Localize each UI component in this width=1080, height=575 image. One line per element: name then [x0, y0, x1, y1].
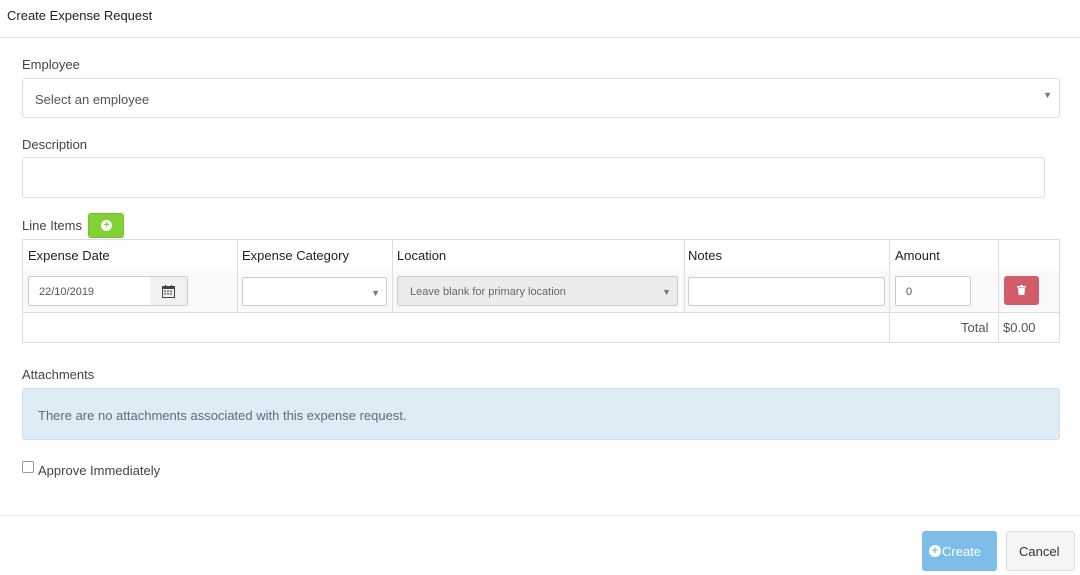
expense-date-value: 22/10/2019 — [39, 286, 95, 298]
approve-immediately-label[interactable]: Approve Immediately — [38, 463, 160, 478]
employee-select-placeholder: Select an employee — [35, 92, 150, 107]
attachments-label: Attachments — [22, 367, 95, 382]
footer-divider — [0, 515, 1080, 516]
column-divider — [684, 240, 685, 312]
column-header-expense-date: Expense Date — [28, 248, 110, 263]
amount-input[interactable]: 0 — [895, 276, 971, 306]
location-select[interactable]: Leave blank for primary location ▼ — [397, 276, 678, 306]
column-header-amount: Amount — [895, 248, 940, 263]
calendar-icon — [162, 285, 175, 298]
column-header-notes: Notes — [688, 248, 722, 263]
caret-down-icon: ▼ — [371, 288, 380, 298]
caret-down-icon: ▼ — [662, 287, 671, 297]
cancel-button[interactable]: Cancel — [1006, 531, 1075, 571]
column-divider — [889, 240, 890, 342]
line-items-table: Expense Date Expense Category Location N… — [22, 239, 1060, 343]
trash-icon — [1017, 285, 1026, 295]
create-button[interactable]: + Create — [922, 531, 997, 571]
notes-input[interactable] — [688, 277, 885, 306]
employee-label: Employee — [22, 57, 80, 72]
column-divider — [237, 240, 238, 312]
total-value: $0.00 — [1003, 320, 1036, 335]
total-label: Total — [961, 320, 989, 335]
attachments-empty-alert: There are no attachments associated with… — [22, 388, 1060, 440]
date-picker-button[interactable] — [150, 276, 188, 306]
add-line-item-button[interactable]: + — [88, 213, 124, 238]
approve-immediately-checkbox[interactable] — [22, 461, 34, 473]
delete-line-item-button[interactable] — [1004, 276, 1039, 305]
plus-circle-icon: + — [929, 545, 941, 557]
dialog-title: Create Expense Request — [7, 8, 153, 23]
line-items-label: Line Items — [22, 218, 82, 233]
expense-category-select[interactable]: ▼ — [242, 277, 387, 306]
employee-select[interactable]: Select an employee ▼ — [22, 78, 1060, 118]
dialog-header: Create Expense Request — [0, 0, 1080, 38]
attachments-empty-message: There are no attachments associated with… — [38, 408, 407, 423]
column-header-expense-category: Expense Category — [242, 248, 349, 263]
create-button-label: Create — [942, 544, 982, 559]
description-input[interactable] — [22, 157, 1045, 198]
row-divider — [23, 312, 1059, 313]
plus-circle-icon: + — [101, 220, 112, 231]
caret-down-icon: ▼ — [1043, 90, 1052, 100]
column-divider — [998, 240, 999, 342]
column-divider — [392, 240, 393, 312]
location-placeholder: Leave blank for primary location — [410, 286, 566, 298]
cancel-button-label: Cancel — [1019, 544, 1060, 559]
amount-value: 0 — [906, 286, 913, 298]
expense-date-input[interactable]: 22/10/2019 — [28, 276, 151, 306]
description-label: Description — [22, 137, 88, 152]
column-header-location: Location — [397, 248, 447, 263]
